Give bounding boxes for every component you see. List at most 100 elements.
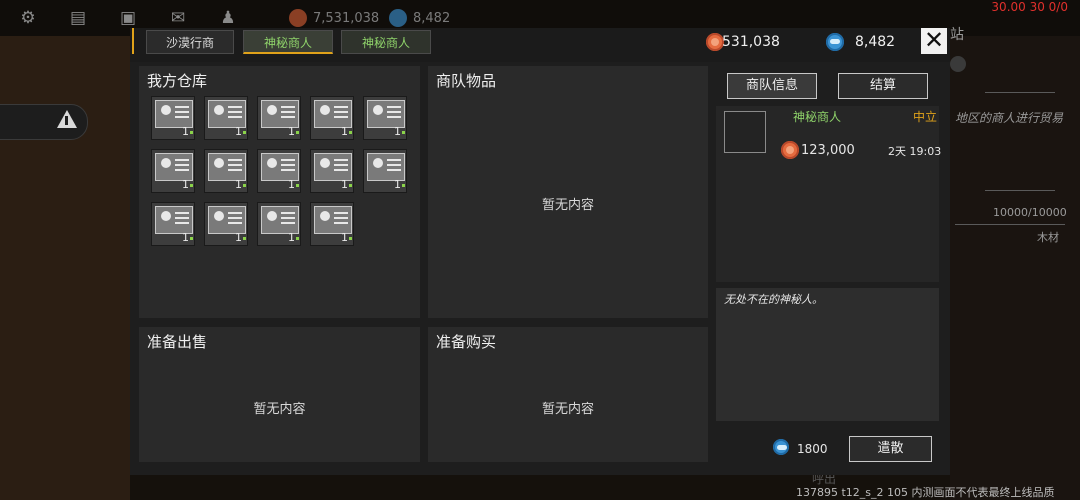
rarity-dot [190, 237, 193, 240]
gem-amount: 8,482 [855, 34, 896, 50]
dismiss-cost: 1800 [797, 442, 828, 456]
rarity-dot [349, 131, 352, 134]
person-icon[interactable]: ♟ [217, 8, 239, 28]
coin-amount: 531,038 [722, 34, 780, 50]
item-icon [208, 206, 246, 234]
empty-text: 暂无内容 [541, 198, 594, 213]
gear-icon[interactable]: ⚙ [17, 8, 39, 28]
warehouse-slot[interactable]: 1 [310, 96, 354, 140]
top-gems: 8,482 [413, 11, 451, 26]
rarity-dot [296, 184, 299, 187]
rarity-dot [243, 237, 246, 240]
item-qty: 1 [235, 178, 242, 191]
warehouse-slot[interactable]: 1 [257, 149, 301, 193]
rarity-dot [296, 131, 299, 134]
gem-icon [773, 439, 789, 455]
warehouse-slot[interactable]: 1 [257, 202, 301, 246]
world-terrain-right [950, 36, 1080, 500]
coin-icon [289, 9, 307, 27]
warehouse-slot[interactable]: 1 [204, 202, 248, 246]
capacity-value: 10000/10000 [993, 206, 1067, 219]
rarity-dot [243, 184, 246, 187]
item-icon [367, 100, 405, 128]
rarity-dot [243, 131, 246, 134]
panel-title: 我方仓库 [147, 72, 208, 90]
caravan-info-button[interactable]: 商队信息 [727, 73, 817, 99]
item-qty: 1 [288, 178, 295, 191]
settle-button[interactable]: 结算 [838, 73, 928, 99]
divider [985, 190, 1055, 191]
item-icon [261, 100, 299, 128]
empty-text: 暂无内容 [253, 402, 306, 417]
tab-mystery-merchant-2[interactable]: 神秘商人 [341, 30, 431, 54]
tab-desert-merchant[interactable]: 沙漠行商 [146, 30, 234, 54]
warning-mark [65, 116, 68, 125]
divider [985, 92, 1055, 93]
rarity-dot [402, 184, 405, 187]
rarity-dot [190, 131, 193, 134]
material-label: 木材 [1037, 231, 1059, 244]
rarity-dot [349, 184, 352, 187]
item-qty: 1 [341, 178, 348, 191]
warehouse-slot[interactable]: 1 [310, 202, 354, 246]
gem-icon [826, 33, 844, 51]
round-button[interactable] [950, 56, 966, 72]
sell-panel: 准备出售 暂无内容 [139, 327, 420, 462]
trade-desc: 地区的商人进行贸易 [955, 111, 1064, 125]
warehouse-slot[interactable]: 1 [310, 149, 354, 193]
warehouse-slot[interactable]: 1 [204, 149, 248, 193]
merchant-avatar [724, 111, 766, 153]
warehouse-slot[interactable]: 1 [204, 96, 248, 140]
item-qty: 1 [341, 231, 348, 244]
item-qty: 1 [235, 125, 242, 138]
warehouse-slot[interactable]: 1 [151, 96, 195, 140]
rarity-dot [349, 237, 352, 240]
merchant-stance: 中立 [913, 110, 938, 124]
warehouse-slot[interactable]: 1 [151, 202, 195, 246]
coin-icon [781, 141, 799, 159]
item-icon [155, 206, 193, 234]
item-icon [261, 153, 299, 181]
merchant-name: 神秘商人 [793, 110, 842, 124]
merchant-coins: 123,000 [801, 143, 855, 158]
item-qty: 1 [341, 125, 348, 138]
dismiss-button[interactable]: 遣散 [849, 436, 932, 462]
merchant-description: 无处不在的神秘人。 [724, 293, 823, 306]
warehouse-slot[interactable]: 1 [363, 149, 407, 193]
station-label: 站 [950, 27, 964, 43]
item-qty: 1 [182, 125, 189, 138]
item-icon [155, 100, 193, 128]
mail-icon[interactable]: ✉ [167, 8, 189, 28]
tab-accent [132, 28, 134, 54]
message-icon[interactable]: ▣ [117, 8, 139, 28]
item-icon [314, 206, 352, 234]
debug-fps: 30.00 30 0/0 [991, 0, 1068, 14]
warehouse-slot[interactable]: 1 [257, 96, 301, 140]
item-qty: 1 [288, 125, 295, 138]
warehouse-slot[interactable]: 1 [151, 149, 195, 193]
item-icon [208, 153, 246, 181]
warehouse-slot[interactable]: 1 [363, 96, 407, 140]
panel-title: 准备购买 [436, 333, 497, 351]
item-icon [261, 206, 299, 234]
item-qty: 1 [394, 178, 401, 191]
gem-icon [389, 9, 407, 27]
item-qty: 1 [288, 231, 295, 244]
tab-mystery-merchant[interactable]: 神秘商人 [243, 30, 333, 54]
divider [955, 224, 1065, 225]
item-icon [314, 100, 352, 128]
close-button[interactable]: ✕ [921, 28, 947, 54]
rarity-dot [402, 131, 405, 134]
caravan-panel: 商队物品 暂无内容 [428, 66, 708, 318]
rarity-dot [296, 237, 299, 240]
item-icon [314, 153, 352, 181]
item-qty: 1 [235, 231, 242, 244]
item-qty: 1 [394, 125, 401, 138]
build-watermark: 137895 t12_s_2 105 内测画面不代表最终上线品质 [796, 486, 1055, 499]
top-coins: 7,531,038 [313, 11, 380, 26]
description-box [716, 288, 939, 421]
buy-panel: 准备购买 暂无内容 [428, 327, 708, 462]
chat-icon[interactable]: ▤ [67, 8, 89, 28]
panel-title: 商队物品 [436, 72, 497, 90]
item-qty: 1 [182, 231, 189, 244]
